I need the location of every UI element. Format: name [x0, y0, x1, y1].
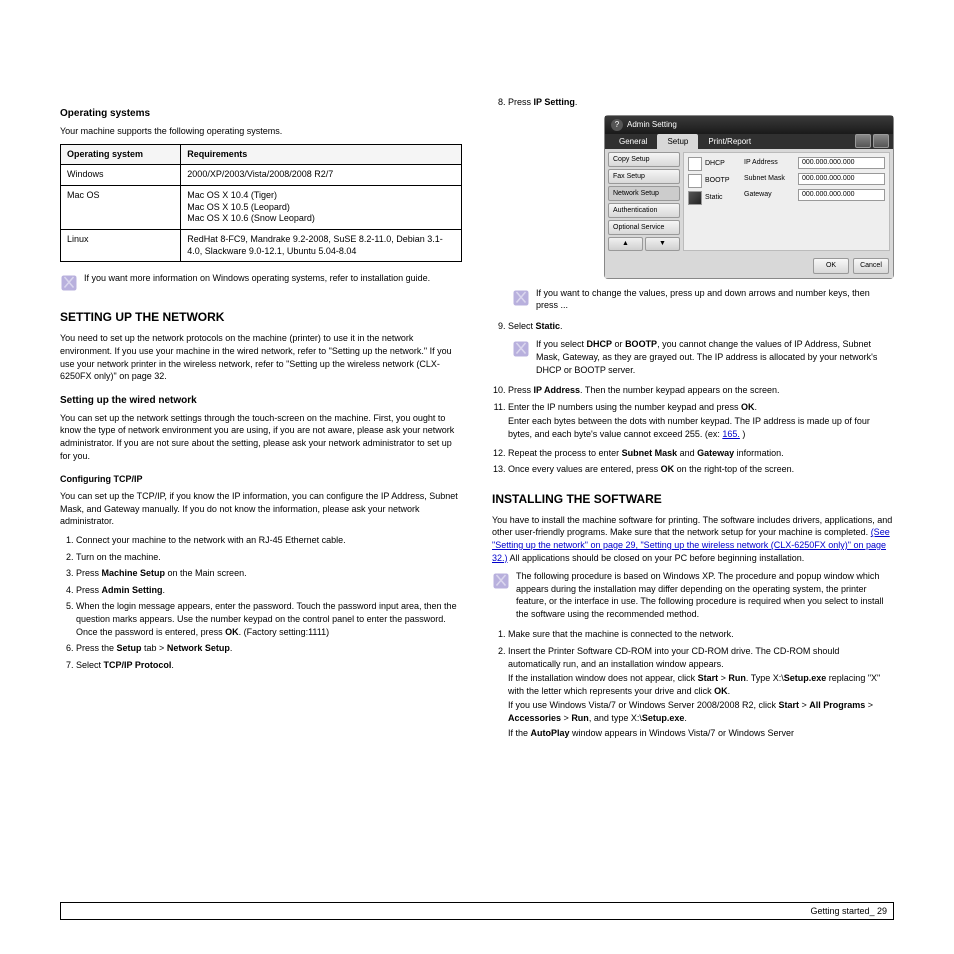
setup-network-heading: SETTING UP THE NETWORK — [60, 310, 462, 324]
step-8: Press IP Setting. — [508, 96, 894, 109]
note-1: If you want more information on Windows … — [60, 272, 462, 292]
sidebar-optional-service[interactable]: Optional Service — [608, 220, 680, 235]
os-table: Operating system Requirements Windows 20… — [60, 144, 462, 263]
note-icon — [512, 340, 530, 358]
step-2: Turn on the machine. — [76, 551, 462, 564]
table-row: Windows 2000/XP/2003/Vista/2008/2008 R2/… — [61, 165, 462, 186]
sidebar-authentication[interactable]: Authentication — [608, 203, 680, 218]
step-12: Repeat the process to enter Subnet Mask … — [508, 447, 894, 460]
sidebar-copy-setup[interactable]: Copy Setup — [608, 152, 680, 167]
admin-setting-dialog: ? Admin Setting General Setup Print/Repo… — [604, 115, 894, 279]
ok-button[interactable]: OK — [813, 258, 849, 274]
step-9: Select Static. — [508, 320, 894, 333]
dialog-tabs: General Setup Print/Report — [605, 134, 893, 149]
table-row: Linux RedHat 8-FC9, Mandrake 9.2-2008, S… — [61, 230, 462, 262]
tcpip-heading: Configuring TCP/IP — [60, 474, 462, 484]
arrow-down-icon[interactable]: ▼ — [645, 237, 680, 251]
note-icon — [512, 289, 530, 307]
steps-right-top: Press IP Setting. — [492, 96, 894, 109]
toolbar-btn-2[interactable] — [873, 134, 889, 148]
step-5: When the login message appears, enter th… — [76, 600, 462, 638]
tab-print-report[interactable]: Print/Report — [698, 134, 761, 149]
page-footer: Getting started_ 29 — [60, 902, 894, 920]
left-column: Operating systems Your machine supports … — [60, 30, 462, 745]
note-icon — [492, 572, 510, 590]
help-icon[interactable]: ? — [611, 119, 623, 131]
dialog-main: DHCP BOOTP Static IP Address 000.000.000… — [683, 152, 890, 251]
wired-heading: Setting up the wired network — [60, 395, 462, 406]
note-5: The following procedure is based on Wind… — [492, 570, 894, 620]
footer-text: Getting started_ 29 — [810, 906, 887, 916]
tcpip-intro: You can set up the TCP/IP, if you know t… — [60, 490, 462, 528]
step-7: Select TCP/IP Protocol. — [76, 659, 462, 672]
step-11: Enter the IP numbers using the number ke… — [508, 401, 894, 441]
steps-right-10: Press IP Address. Then the number keypad… — [492, 384, 894, 476]
input-ip[interactable]: 000.000.000.000 — [798, 157, 885, 169]
sidebar-network-setup[interactable]: Network Setup — [608, 186, 680, 201]
install-heading: INSTALLING THE SOFTWARE — [492, 492, 894, 506]
link-example-ip[interactable]: 165. — [722, 429, 740, 439]
note-icon — [60, 274, 78, 292]
step-6: Press the Setup tab > Network Setup. — [76, 642, 462, 655]
label-gw: Gateway — [744, 191, 794, 198]
mode-dhcp[interactable]: DHCP — [688, 157, 738, 171]
mode-bootp[interactable]: BOOTP — [688, 174, 738, 188]
steps-right-9: Select Static. — [492, 320, 894, 333]
dialog-titlebar: ? Admin Setting — [605, 116, 893, 134]
step-10: Press IP Address. Then the number keypad… — [508, 384, 894, 397]
ip-modes: DHCP BOOTP Static — [688, 157, 738, 246]
tab-general[interactable]: General — [609, 134, 657, 149]
cancel-button[interactable]: Cancel — [853, 258, 889, 274]
os-heading: Operating systems — [60, 108, 462, 119]
input-mask[interactable]: 000.000.000.000 — [798, 173, 885, 185]
th-os: Operating system — [61, 144, 181, 165]
wired-intro: You can set up the network settings thro… — [60, 412, 462, 462]
label-ip: IP Address — [744, 159, 794, 166]
toolbar-btn-1[interactable] — [855, 134, 871, 148]
arrow-up-icon[interactable]: ▲ — [608, 237, 643, 251]
install-step-2: Insert the Printer Software CD-ROM into … — [508, 645, 894, 739]
tab-setup[interactable]: Setup — [657, 134, 698, 149]
steps-left: Connect your machine to the network with… — [60, 534, 462, 671]
input-gw[interactable]: 000.000.000.000 — [798, 189, 885, 201]
th-req: Requirements — [181, 144, 462, 165]
right-column: Press IP Setting. ? Admin Setting Genera… — [492, 30, 894, 745]
label-mask: Subnet Mask — [744, 175, 794, 182]
step-4: Press Admin Setting. — [76, 584, 462, 597]
install-steps: Make sure that the machine is connected … — [492, 628, 894, 739]
setup-intro: You need to set up the network protocols… — [60, 332, 462, 382]
dialog-title: Admin Setting — [627, 120, 677, 129]
install-step-1: Make sure that the machine is connected … — [508, 628, 894, 641]
table-row: Mac OS Mac OS X 10.4 (Tiger) Mac OS X 10… — [61, 185, 462, 229]
step-1: Connect your machine to the network with… — [76, 534, 462, 547]
mode-static[interactable]: Static — [688, 191, 738, 205]
step-13: Once every values are entered, press OK … — [508, 463, 894, 476]
dialog-sidebar: Copy Setup Fax Setup Network Setup Authe… — [605, 149, 683, 254]
note-2: If you want to change the values, press … — [512, 287, 894, 312]
sidebar-fax-setup[interactable]: Fax Setup — [608, 169, 680, 184]
note-3: If you select DHCP or BOOTP, you cannot … — [512, 338, 894, 376]
os-intro: Your machine supports the following oper… — [60, 125, 462, 138]
step-3: Press Machine Setup on the Main screen. — [76, 567, 462, 580]
